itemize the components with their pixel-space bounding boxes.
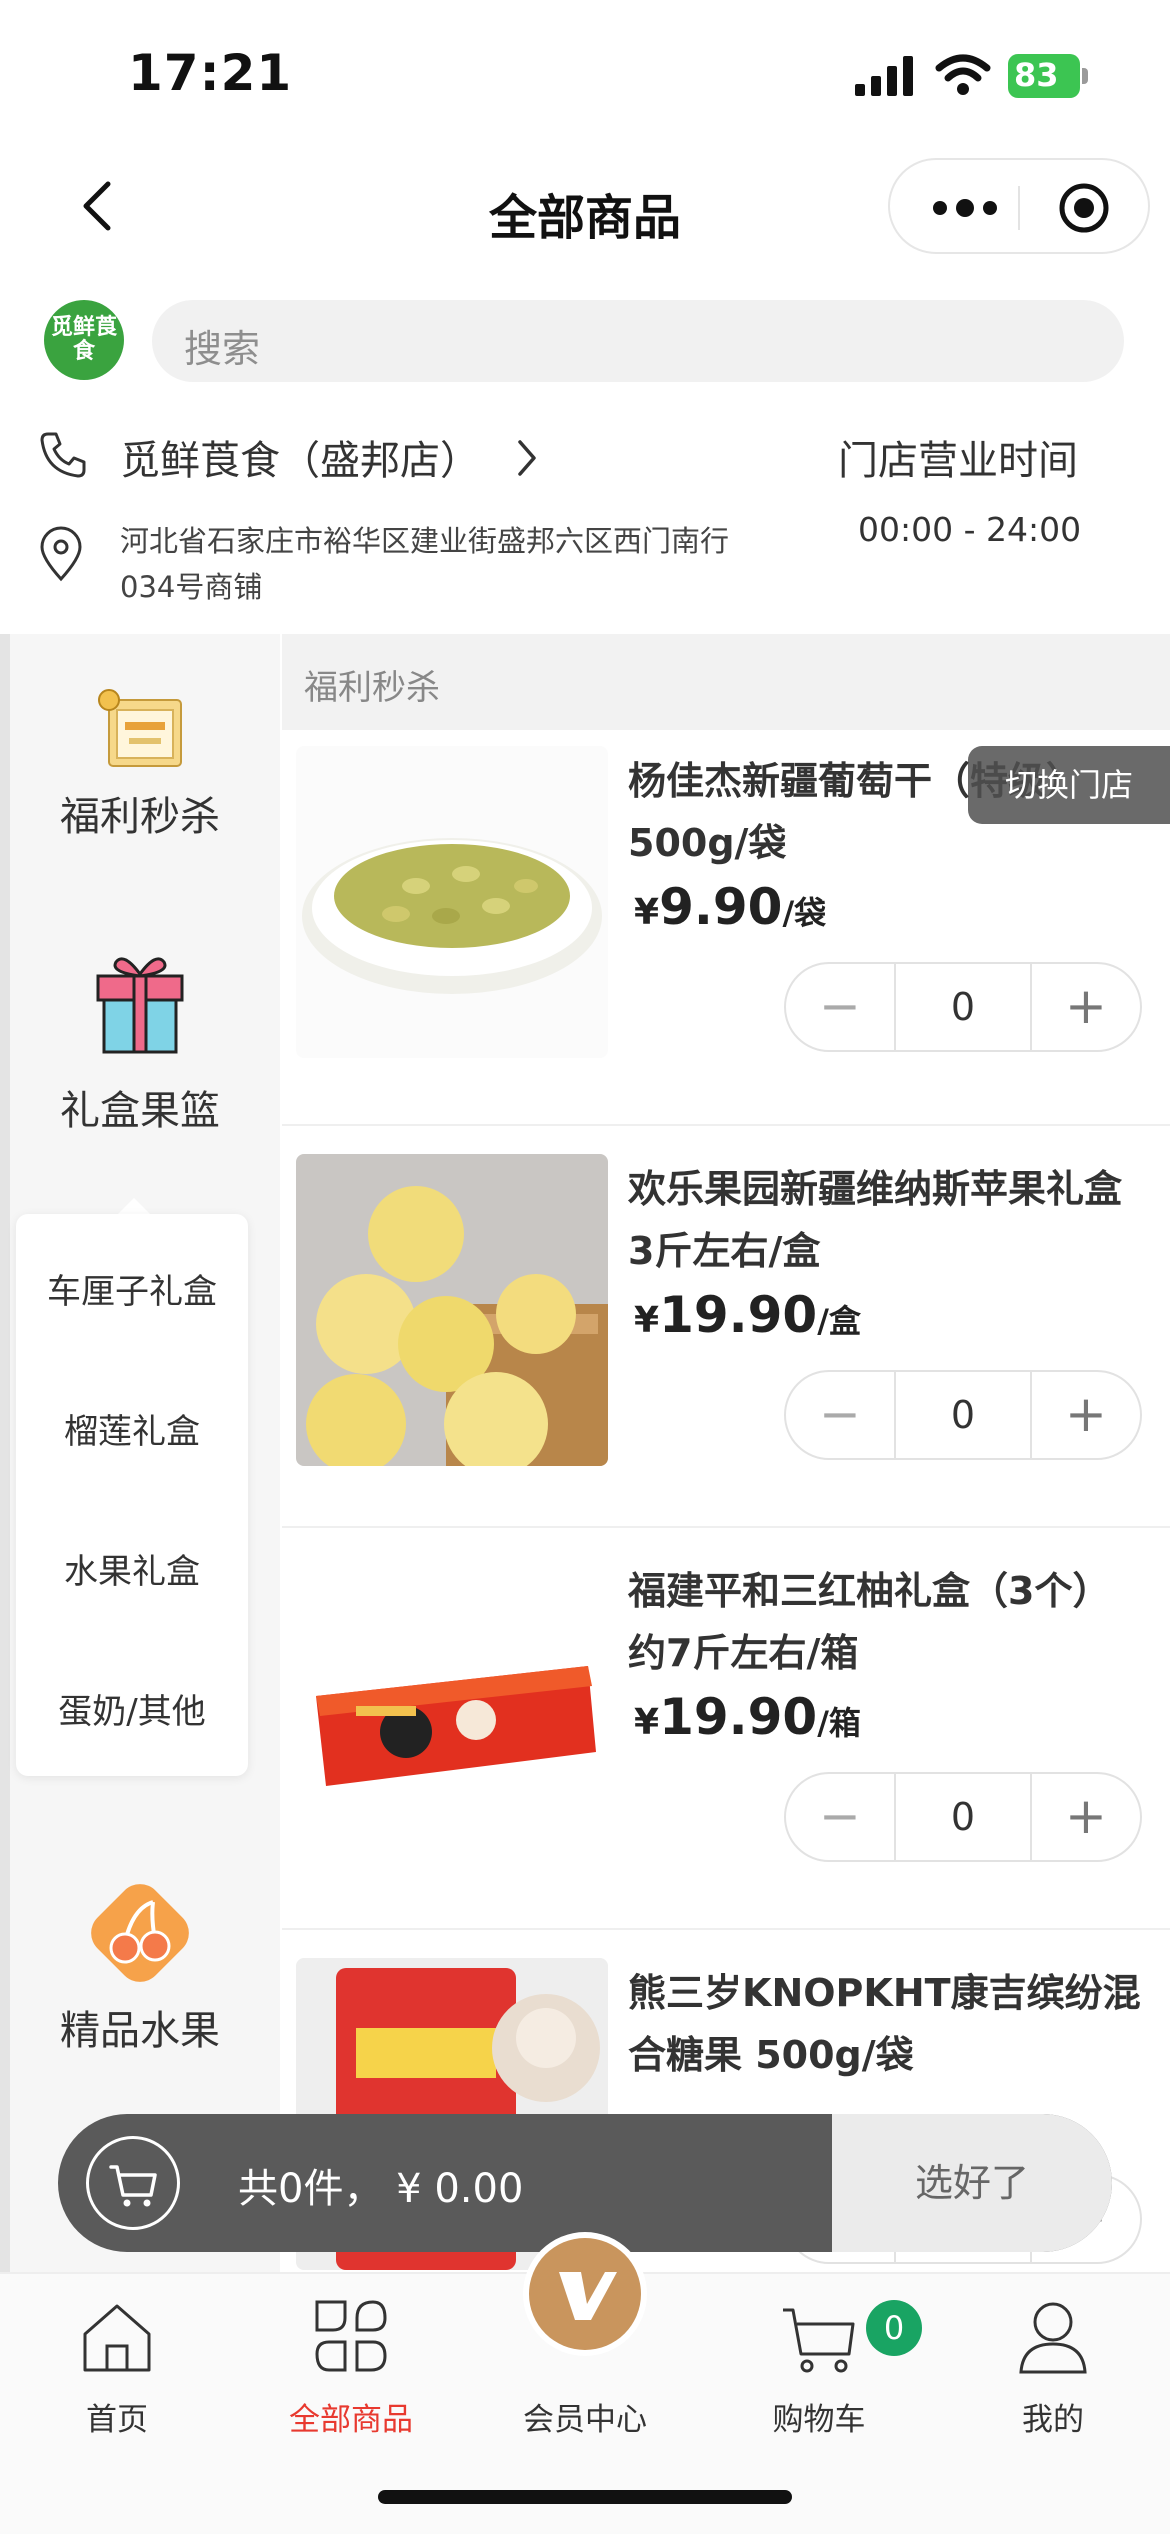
price-amount: 19.90 — [659, 1688, 818, 1746]
quantity-stepper: − 0 + — [784, 1370, 1142, 1460]
store-hours: 00:00 - 24:00 — [858, 510, 1082, 549]
cart-icon — [109, 2165, 157, 2207]
quantity-stepper: − 0 + — [784, 1772, 1142, 1862]
tab-label: 会员中心 — [523, 2402, 647, 2438]
status-time: 17:21 — [128, 44, 293, 102]
price-unit: /袋 — [782, 894, 827, 932]
phone-icon[interactable] — [38, 430, 88, 480]
grid-icon — [315, 2300, 387, 2372]
cart-icon — [783, 2308, 855, 2373]
product-image-pomelo-box[interactable] — [296, 1556, 608, 1868]
submenu-pointer — [118, 1198, 150, 1214]
subcategory-item[interactable]: 车厘子礼盒 — [16, 1264, 248, 1313]
price-unit: /盒 — [817, 1302, 861, 1340]
section-header: 福利秒杀 — [282, 634, 1170, 730]
price-amount: 19.90 — [659, 1286, 818, 1344]
category-flash-sale[interactable]: 福利秒杀 — [0, 686, 280, 842]
currency-symbol: ¥ — [634, 1300, 660, 1341]
product-image-apples[interactable] — [296, 1154, 608, 1466]
divider — [282, 1928, 1170, 1930]
divider — [282, 1124, 1170, 1126]
tab-label: 购物车 — [772, 2402, 866, 2438]
category-premium-fruit[interactable]: 精品水果 — [0, 1878, 280, 2056]
quantity-value[interactable]: 0 — [896, 1774, 1030, 1860]
minus-button[interactable]: − — [786, 964, 894, 1050]
wifi-icon — [935, 54, 991, 95]
vip-icon — [529, 2238, 641, 2350]
member-center-button[interactable] — [523, 2232, 647, 2356]
tab-label: 首页 — [86, 2402, 148, 2438]
checkout-button[interactable]: 选好了 — [832, 2114, 1112, 2252]
battery-level: 83 — [1014, 56, 1059, 94]
quantity-value[interactable]: 0 — [896, 964, 1030, 1050]
plus-button[interactable]: + — [1032, 964, 1140, 1050]
tab-mine[interactable]: 我的 — [936, 2274, 1170, 2474]
cart-count-badge: 0 — [866, 2300, 922, 2356]
user-icon — [1019, 2302, 1087, 2374]
home-icon — [83, 2304, 151, 2372]
product-image-raisins[interactable] — [296, 746, 608, 1058]
product-card[interactable]: 欢乐果园新疆维纳斯苹果礼盒 3斤左右/盒 ¥19.90/盒 − 0 + — [282, 1140, 1170, 1542]
product-name[interactable]: 福建平和三红柚礼盒（3个）约7斤左右/箱 — [628, 1560, 1148, 1684]
store-address: 河北省石家庄市裕华区建业街盛邦六区西门南行034号商铺 — [120, 524, 730, 604]
tab-label: 全部商品 — [289, 2402, 413, 2438]
product-card[interactable]: 福建平和三红柚礼盒（3个）约7斤左右/箱 ¥19.90/箱 − 0 + — [282, 1542, 1170, 1944]
battery-icon: 83 — [1008, 54, 1088, 98]
divider — [282, 1526, 1170, 1528]
minus-button[interactable]: − — [786, 1372, 894, 1458]
search-input[interactable]: 搜索 — [152, 300, 1124, 382]
cart-button[interactable] — [86, 2136, 180, 2230]
quantity-value[interactable]: 0 — [896, 1372, 1030, 1458]
cart-total: 共0件， ¥ 0.00 — [238, 2166, 524, 2212]
switch-store-button[interactable]: 切换门店 — [968, 746, 1170, 824]
currency-symbol: ¥ — [634, 1702, 660, 1743]
mini-program-capsule[interactable] — [888, 158, 1150, 254]
subcategory-item[interactable]: 蛋奶/其他 — [16, 1684, 248, 1733]
plus-button[interactable]: + — [1032, 1372, 1140, 1458]
section-title: 福利秒杀 — [304, 668, 440, 708]
tab-home[interactable]: 首页 — [0, 2274, 234, 2474]
minus-button[interactable]: − — [786, 1774, 894, 1860]
tab-label: 我的 — [1022, 2402, 1084, 2438]
search-placeholder: 搜索 — [184, 327, 261, 371]
product-price: ¥19.90/盒 — [634, 1286, 861, 1344]
cherry-icon — [91, 1884, 189, 1982]
close-mini-program-icon[interactable] — [1058, 182, 1110, 234]
store-logo: 觅鲜莨食 — [44, 300, 124, 380]
signal-icon — [855, 56, 913, 96]
quantity-stepper: − 0 + — [784, 962, 1142, 1052]
category-gift-box[interactable]: 礼盒果篮 — [0, 952, 280, 1136]
product-name[interactable]: 欢乐果园新疆维纳斯苹果礼盒 3斤左右/盒 — [628, 1158, 1148, 1282]
category-label: 礼盒果篮 — [60, 1088, 220, 1134]
price-amount: 9.90 — [659, 878, 783, 936]
price-unit: /箱 — [817, 1704, 861, 1742]
store-name[interactable]: 觅鲜莨食（盛邦店） — [120, 428, 480, 486]
flash-sale-icon — [98, 689, 182, 767]
subcategory-panel: 车厘子礼盒 榴莲礼盒 水果礼盒 蛋奶/其他 — [16, 1214, 248, 1776]
plus-button[interactable]: + — [1032, 1774, 1140, 1860]
category-label: 精品水果 — [60, 2008, 220, 2054]
product-name[interactable]: 熊三岁KNOPKHT康吉缤纷混合糖果 500g/袋 — [628, 1962, 1148, 2086]
chevron-right-icon[interactable] — [514, 438, 540, 478]
product-price: ¥19.90/箱 — [634, 1688, 861, 1746]
gift-box-icon — [96, 957, 184, 1054]
currency-symbol: ¥ — [634, 892, 660, 933]
category-label: 福利秒杀 — [60, 794, 220, 840]
home-indicator — [378, 2490, 792, 2504]
location-pin-icon — [40, 526, 82, 582]
hours-label: 门店营业时间 — [838, 438, 1078, 484]
more-icon[interactable] — [930, 190, 1000, 226]
subcategory-item[interactable]: 榴莲礼盒 — [16, 1404, 248, 1453]
tab-all-products[interactable]: 全部商品 — [234, 2274, 468, 2474]
subcategory-item[interactable]: 水果礼盒 — [16, 1544, 248, 1593]
product-price: ¥9.90/袋 — [634, 878, 826, 936]
